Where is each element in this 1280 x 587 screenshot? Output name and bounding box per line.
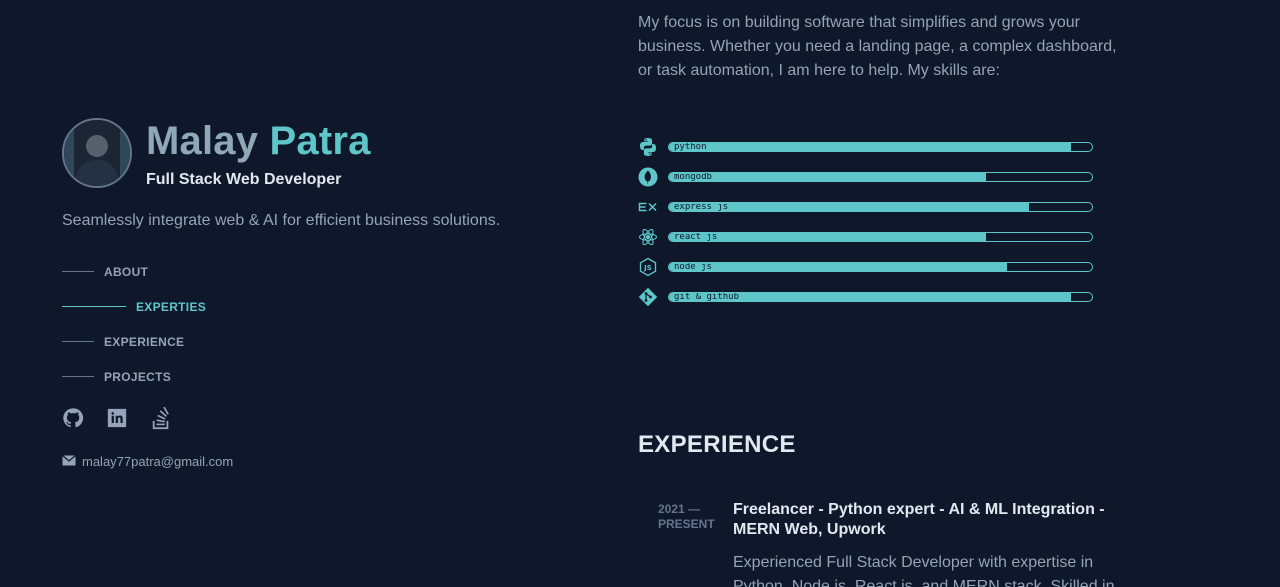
stackoverflow-icon[interactable] [150,406,172,431]
expertise-intro: My focus is on building software that si… [638,14,1117,79]
content-column: My focus is on building software that si… [638,0,1138,587]
skill-bar: mongodb [668,172,1093,182]
nav-indicator-line [62,306,126,307]
profile-role: Full Stack Web Developer [146,171,342,188]
skill-label: git & github [674,292,740,302]
skill-bar: python [668,142,1093,152]
skill-row-react: react js [638,222,1093,252]
nav-indicator-line [62,376,94,377]
nav-item-projects[interactable]: PROJECTS [62,359,206,394]
experience-period-end: PRESENT [658,517,715,531]
skill-row-git: git & github [638,282,1093,312]
experience-heading: EXPERIENCE [638,431,796,458]
skill-row-python: python [638,132,1093,162]
email-text: malay77patra@gmail.com [82,454,234,469]
nav-label: PROJECTS [104,369,172,384]
profile-last-name: Patra [269,119,371,163]
nav-label: EXPERIENCE [104,334,185,349]
skill-label: mongodb [674,172,712,182]
email-link[interactable]: malay77patra@gmail.com [62,454,233,469]
nav-item-experience[interactable]: EXPERIENCE [62,324,206,359]
mail-icon [62,454,76,469]
experience-period-start: 2021 — [658,502,701,516]
skill-bar-fill [669,263,1008,271]
github-icon[interactable] [62,407,84,431]
skill-bar: node js [668,262,1093,272]
express-icon [638,197,658,217]
profile-first-name: Malay [146,119,259,163]
skill-bar: express js [668,202,1093,212]
linkedin-icon[interactable] [106,407,128,431]
section-nav: ABOUT EXPERTIES EXPERIENCE PROJECTS [62,254,206,394]
experience-title[interactable]: Freelancer - Python expert - AI & ML Int… [733,500,1123,540]
profile-tagline: Seamlessly integrate web & AI for effici… [62,212,501,229]
skill-row-nodejs: JS node js [638,252,1093,282]
svg-text:JS: JS [643,264,652,272]
mongodb-icon [638,167,658,187]
nav-indicator-line [62,341,94,342]
experience-description: Experienced Full Stack Developer with ex… [733,554,1115,587]
portfolio-page: Malay Patra Full Stack Web Developer Sea… [0,0,1280,587]
nodejs-icon: JS [638,257,658,277]
experience-period: 2021 — PRESENT [658,502,728,532]
skill-label: node js [674,262,712,272]
skill-label: python [674,142,707,152]
skill-bar-fill [669,173,987,181]
social-links [62,406,172,431]
nav-item-experties[interactable]: EXPERTIES [62,289,206,324]
skill-bar: react js [668,232,1093,242]
skill-label: react js [674,232,718,242]
skill-row-express: express js [638,192,1093,222]
git-icon [638,287,658,307]
skill-bar-fill [669,143,1071,151]
profile-column: Malay Patra Full Stack Web Developer Sea… [62,0,582,587]
python-icon [638,137,658,157]
profile-name: Malay Patra [146,118,371,164]
nav-item-about[interactable]: ABOUT [62,254,206,289]
skill-bar: git & github [668,292,1093,302]
avatar [62,118,132,188]
react-icon [638,227,658,247]
skill-label: express js [674,202,729,212]
skills-list: python mongodb express js react js JS no… [638,132,1093,312]
skill-row-mongodb: mongodb [638,162,1093,192]
nav-label: ABOUT [104,264,149,279]
nav-indicator-line [62,271,94,272]
nav-label: EXPERTIES [136,299,207,314]
